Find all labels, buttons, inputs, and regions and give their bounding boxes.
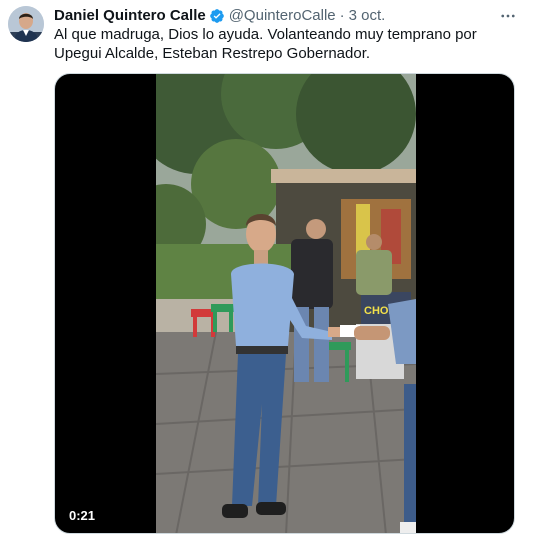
- video-duration: 0:21: [63, 506, 102, 526]
- verified-badge-icon: [209, 8, 225, 24]
- avatar[interactable]: [8, 6, 44, 42]
- avatar-image: [8, 6, 44, 42]
- separator-dot: ·: [339, 7, 345, 24]
- tweet-text: Al que madruga, Dios lo ayuda. Volantean…: [54, 26, 477, 62]
- video-frame: CHORIZOS: [156, 74, 416, 533]
- video-player[interactable]: CHORIZOS: [54, 73, 515, 534]
- more-horizontal-icon: [501, 14, 515, 18]
- tweet[interactable]: Daniel Quintero Calle @QuinteroCalle · 3…: [0, 0, 534, 542]
- author-name[interactable]: Daniel Quintero Calle: [54, 6, 206, 26]
- tweet-header: Daniel Quintero Calle @QuinteroCalle · 3…: [54, 6, 385, 26]
- more-options-button[interactable]: [496, 6, 520, 26]
- author-handle[interactable]: @QuinteroCalle: [229, 6, 336, 26]
- video-thumbnail: CHORIZOS: [156, 74, 416, 533]
- tweet-date[interactable]: 3 oct.: [349, 6, 386, 26]
